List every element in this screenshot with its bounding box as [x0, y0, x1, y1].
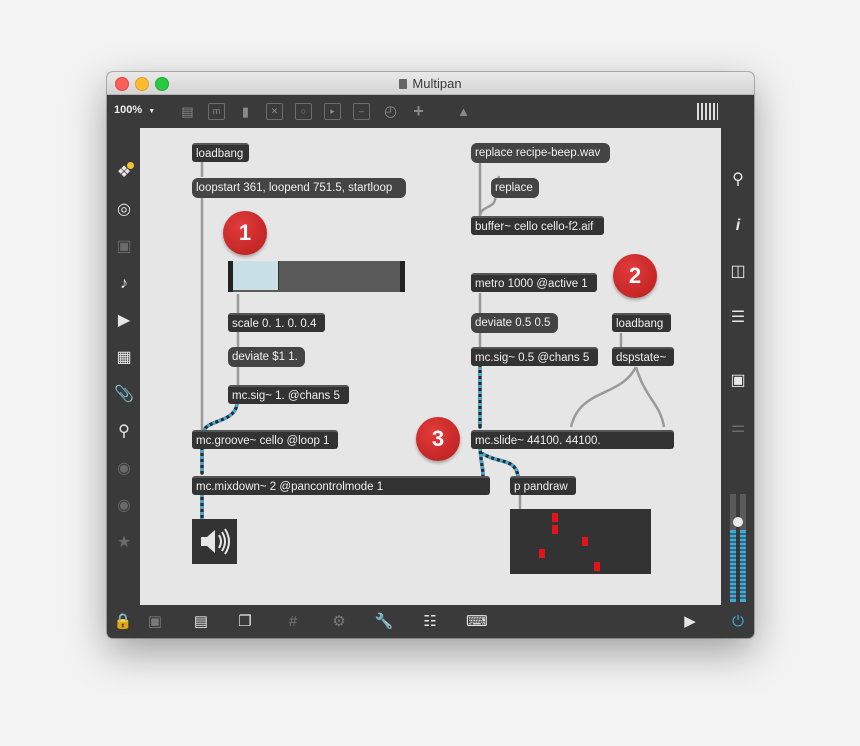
grid-icon[interactable]: #: [283, 612, 303, 632]
slider-icon[interactable]: –: [353, 103, 370, 120]
badge-1: 1: [223, 211, 267, 255]
object-box-icon[interactable]: ▤: [179, 103, 196, 120]
windows-icon[interactable]: ❐: [235, 612, 255, 632]
badge-2: 2: [613, 254, 657, 298]
comment-icon[interactable]: ▮: [237, 103, 254, 120]
patcher-window: Multipan 100% ▼ ▤ m ▮ ✕ ○ ▸ – ◴ + ▲ ❖ ◎ …: [107, 72, 754, 638]
power-icon[interactable]: ⏻: [728, 612, 748, 632]
scale-object[interactable]: scale 0. 1. 0. 0.4: [228, 313, 325, 332]
deviate-message-left[interactable]: deviate $1 1.: [228, 347, 305, 367]
mc-groove-object[interactable]: mc.groove~ cello @loop 1: [192, 430, 338, 449]
metro-object[interactable]: metro 1000 @active 1: [471, 273, 597, 292]
window-title-text: Multipan: [412, 76, 462, 91]
playback-slider[interactable]: [228, 261, 405, 292]
snapshot-camera-icon[interactable]: ▣: [728, 371, 748, 391]
pan-dot: [582, 537, 588, 546]
pan-dot: [539, 549, 545, 558]
paperclip-icon[interactable]: 📎: [114, 385, 134, 405]
add-icon[interactable]: +: [410, 102, 427, 120]
packages-icon[interactable]: ❖: [114, 162, 134, 183]
loadbang-right[interactable]: loadbang: [612, 313, 671, 332]
left-sidebar: ❖ ◎ ▣ ♪ ▶ ▦ 📎 ⚲ ◉ ◉ ★: [107, 128, 140, 605]
buffer-object[interactable]: buffer~ cello cello-f2.aif: [471, 216, 604, 235]
wrench-icon[interactable]: 🔧: [374, 612, 394, 632]
document-icon: [399, 79, 408, 89]
piano-icon[interactable]: ☷: [420, 612, 440, 632]
title-bar: Multipan: [107, 72, 754, 95]
chevron-down-icon: ▼: [148, 108, 156, 115]
badge-3: 3: [416, 417, 460, 461]
bottom-toolbar: 🔒 ▣ ▤ ❐ # ⚙ 🔧 ☷ ⌨ ▶ ⏻: [107, 605, 754, 638]
toggle-icon[interactable]: ✕: [266, 103, 283, 120]
frame-icon[interactable]: ▣: [114, 237, 134, 257]
info-icon[interactable]: i: [728, 216, 748, 236]
vimeo-icon[interactable]: ◉: [114, 459, 134, 479]
target-icon[interactable]: ◎: [114, 200, 134, 220]
mc-sig-left[interactable]: mc.sig~ 1. @chans 5: [228, 385, 349, 404]
slider-fill: [233, 261, 279, 290]
dspstate-object[interactable]: dspstate~: [612, 347, 674, 366]
search-icon[interactable]: ⚲: [728, 170, 748, 190]
keyboard-grid-icon[interactable]: [697, 103, 718, 120]
number-icon[interactable]: ▸: [324, 103, 341, 120]
mc-sig-right[interactable]: mc.sig~ 0.5 @chans 5: [471, 347, 598, 366]
zoom-menu[interactable]: 100% ▼: [114, 104, 155, 116]
debug-icon[interactable]: ⚙: [329, 612, 349, 632]
keyboard-icon[interactable]: ⌨: [466, 612, 488, 632]
top-toolbar: 100% ▼ ▤ m ▮ ✕ ○ ▸ – ◴ + ▲: [107, 95, 754, 128]
audio-level-meter: [729, 494, 747, 602]
paint-bucket-icon[interactable]: ▲: [455, 103, 472, 120]
mc-mixdown-object[interactable]: mc.mixdown~ 2 @pancontrolmode 1: [192, 476, 490, 495]
reference-book-icon[interactable]: ◫: [728, 262, 748, 282]
mixer-icon[interactable]: ⚌: [728, 418, 748, 438]
replace-file-message[interactable]: replace recipe-beep.wav: [471, 143, 610, 163]
deviate-message-right[interactable]: deviate 0.5 0.5: [471, 313, 558, 333]
window-title: Multipan: [107, 76, 754, 91]
message-box-icon[interactable]: m: [208, 103, 225, 120]
lock-icon[interactable]: 🔒: [113, 612, 133, 632]
dial-icon[interactable]: ◴: [382, 103, 399, 120]
slider-knob[interactable]: [278, 261, 280, 290]
presentation-select-icon[interactable]: ▣: [145, 612, 165, 632]
image-icon[interactable]: ▦: [114, 348, 134, 368]
speaker-icon[interactable]: [192, 519, 237, 564]
button-icon[interactable]: ○: [295, 103, 312, 120]
zoom-value: 100%: [114, 104, 143, 116]
bold-icon[interactable]: ◉: [114, 496, 134, 516]
transport-play-icon[interactable]: ▶: [680, 612, 700, 632]
patch-canvas[interactable]: loadbang loopstart 361, loopend 751.5, s…: [140, 128, 721, 605]
pan-dot: [552, 513, 558, 522]
right-sidebar: ⚲ i ◫ ☰ ▣ ⚌: [721, 128, 754, 605]
plug-icon[interactable]: ⚲: [114, 422, 134, 442]
loop-message[interactable]: loopstart 361, loopend 751.5, startloop: [192, 178, 406, 198]
pandraw-subpatcher[interactable]: p pandraw: [510, 476, 576, 495]
replace-message[interactable]: replace: [491, 178, 539, 198]
pan-dot: [552, 525, 558, 534]
sequence-icon[interactable]: ▶: [114, 311, 134, 331]
pandraw-display: [510, 509, 651, 574]
presentation-icon[interactable]: ▤: [191, 612, 211, 632]
list-icon[interactable]: ☰: [728, 308, 748, 328]
mc-slide-object[interactable]: mc.slide~ 44100. 44100.: [471, 430, 674, 449]
star-icon[interactable]: ★: [114, 533, 134, 553]
pan-dot: [594, 562, 600, 571]
loadbang-left[interactable]: loadbang: [192, 143, 249, 162]
music-note-icon[interactable]: ♪: [114, 274, 134, 294]
